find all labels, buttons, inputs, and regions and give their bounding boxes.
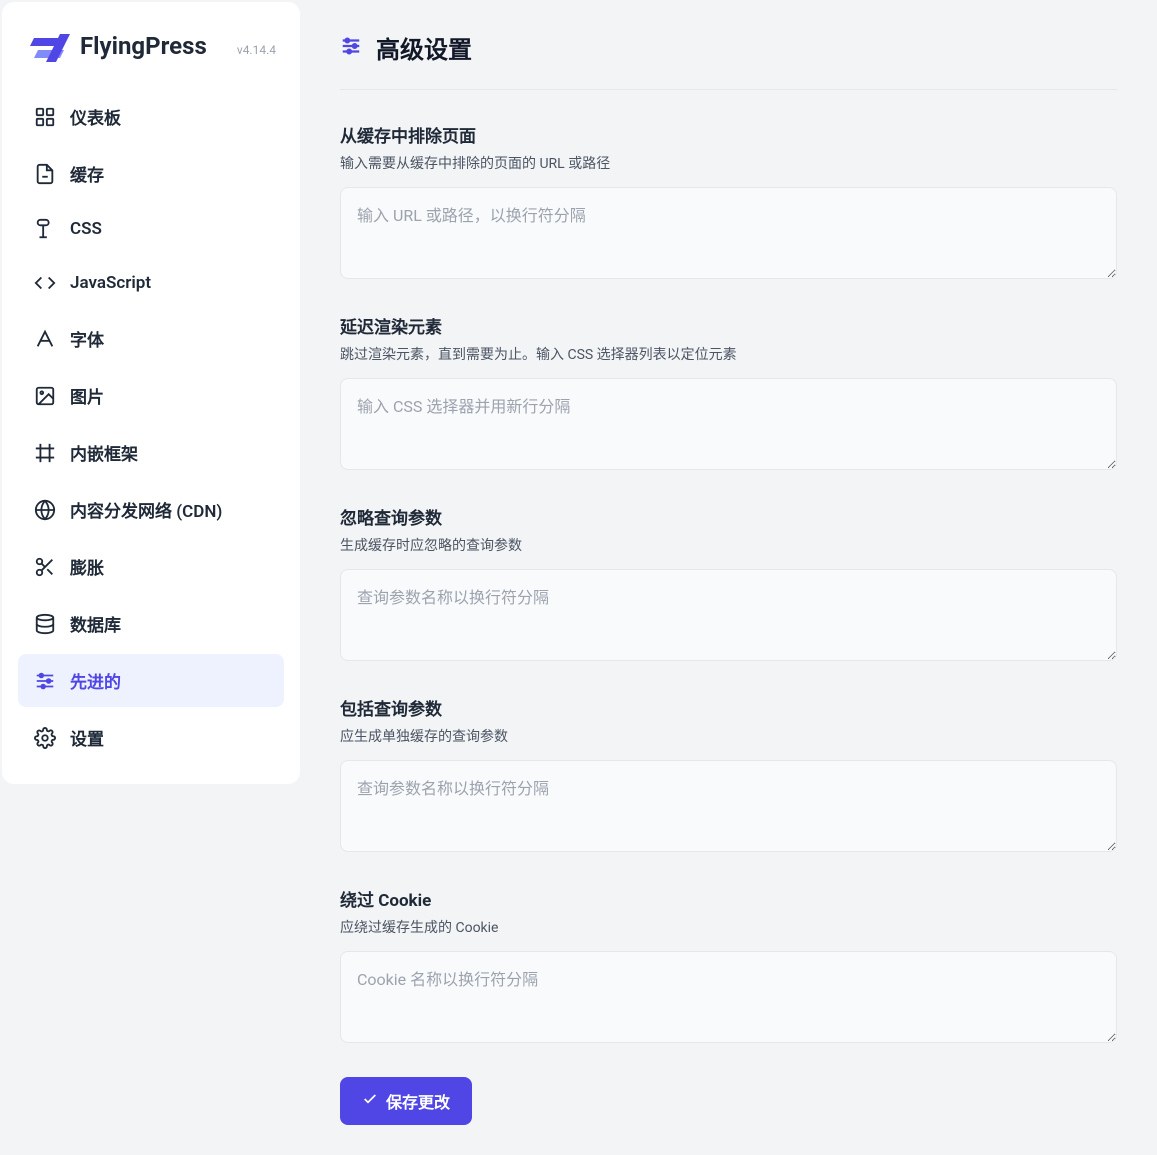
sidebar-item-fonts[interactable]: 字体 [18, 312, 284, 365]
field-desc: 跳过渲染元素，直到需要为止。输入 CSS 选择器列表以定位元素 [340, 344, 1117, 364]
brand-logo-icon [30, 32, 70, 66]
sidebar-item-javascript[interactable]: JavaScript [18, 258, 284, 308]
dashboard-icon [34, 106, 56, 128]
field-desc: 生成缓存时应忽略的查询参数 [340, 535, 1117, 555]
sidebar-item-cache[interactable]: 缓存 [18, 147, 284, 200]
sliders-icon [34, 670, 56, 692]
sidebar-item-cdn[interactable]: 内容分发网络 (CDN) [18, 483, 284, 536]
gear-icon [34, 727, 56, 749]
ignore-query-textarea[interactable] [340, 569, 1117, 661]
bypass-cookie-textarea[interactable] [340, 951, 1117, 1043]
css-icon [34, 218, 56, 240]
check-icon [362, 1091, 378, 1112]
field-desc: 应生成单独缓存的查询参数 [340, 726, 1117, 746]
field-label: 忽略查询参数 [340, 504, 1117, 529]
sidebar-item-label: 仪表板 [70, 104, 121, 129]
field-exclude-pages: 从缓存中排除页面 输入需要从缓存中排除的页面的 URL 或路径 [340, 122, 1117, 283]
sidebar-nav: 仪表板 缓存 CSS JavaScript 字体 [2, 90, 300, 764]
page-title: 高级设置 [376, 30, 472, 65]
brand-version: v4.14.4 [237, 43, 276, 57]
save-button[interactable]: 保存更改 [340, 1077, 472, 1125]
sidebar-item-advanced[interactable]: 先进的 [18, 654, 284, 707]
sidebar-item-label: 内容分发网络 (CDN) [70, 497, 222, 522]
font-icon [34, 328, 56, 350]
sidebar-item-label: 内嵌框架 [70, 440, 138, 465]
database-icon [34, 613, 56, 635]
cache-icon [34, 163, 56, 185]
field-label: 包括查询参数 [340, 695, 1117, 720]
sidebar-item-database[interactable]: 数据库 [18, 597, 284, 650]
field-label: 延迟渲染元素 [340, 313, 1117, 338]
sidebar-item-label: 膨胀 [70, 554, 104, 579]
sidebar-item-label: 数据库 [70, 611, 121, 636]
field-lazy-render: 延迟渲染元素 跳过渲染元素，直到需要为止。输入 CSS 选择器列表以定位元素 [340, 313, 1117, 474]
field-ignore-query: 忽略查询参数 生成缓存时应忽略的查询参数 [340, 504, 1117, 665]
sliders-icon [340, 35, 362, 61]
sidebar-item-settings[interactable]: 设置 [18, 711, 284, 764]
field-label: 从缓存中排除页面 [340, 122, 1117, 147]
sidebar-item-bloat[interactable]: 膨胀 [18, 540, 284, 593]
brand: FlyingPress v4.14.4 [2, 22, 300, 90]
field-desc: 应绕过缓存生成的 Cookie [340, 917, 1117, 937]
sidebar-item-label: 字体 [70, 326, 104, 351]
sidebar-item-images[interactable]: 图片 [18, 369, 284, 422]
main-content: 高级设置 从缓存中排除页面 输入需要从缓存中排除的页面的 URL 或路径 延迟渲… [300, 0, 1157, 1155]
sidebar-item-label: CSS [70, 219, 102, 239]
sidebar-item-css[interactable]: CSS [18, 204, 284, 254]
field-desc: 输入需要从缓存中排除的页面的 URL 或路径 [340, 153, 1117, 173]
page-header: 高级设置 [340, 30, 1117, 90]
brand-name: FlyingPress [80, 32, 207, 60]
frame-icon [34, 442, 56, 464]
include-query-textarea[interactable] [340, 760, 1117, 852]
sidebar-item-dashboard[interactable]: 仪表板 [18, 90, 284, 143]
sidebar-item-label: 缓存 [70, 161, 104, 186]
sidebar-item-iframes[interactable]: 内嵌框架 [18, 426, 284, 479]
sidebar-item-label: JavaScript [70, 273, 151, 293]
sidebar-item-label: 先进的 [70, 668, 121, 693]
lazy-render-textarea[interactable] [340, 378, 1117, 470]
exclude-pages-textarea[interactable] [340, 187, 1117, 279]
code-icon [34, 272, 56, 294]
field-bypass-cookie: 绕过 Cookie 应绕过缓存生成的 Cookie [340, 886, 1117, 1047]
field-label: 绕过 Cookie [340, 886, 1117, 911]
sidebar-item-label: 图片 [70, 383, 104, 408]
scissors-icon [34, 556, 56, 578]
image-icon [34, 385, 56, 407]
sidebar-item-label: 设置 [70, 725, 104, 750]
sidebar: FlyingPress v4.14.4 仪表板 缓存 CSS Java [2, 2, 300, 784]
save-button-label: 保存更改 [386, 1089, 450, 1113]
field-include-query: 包括查询参数 应生成单独缓存的查询参数 [340, 695, 1117, 856]
globe-icon [34, 499, 56, 521]
